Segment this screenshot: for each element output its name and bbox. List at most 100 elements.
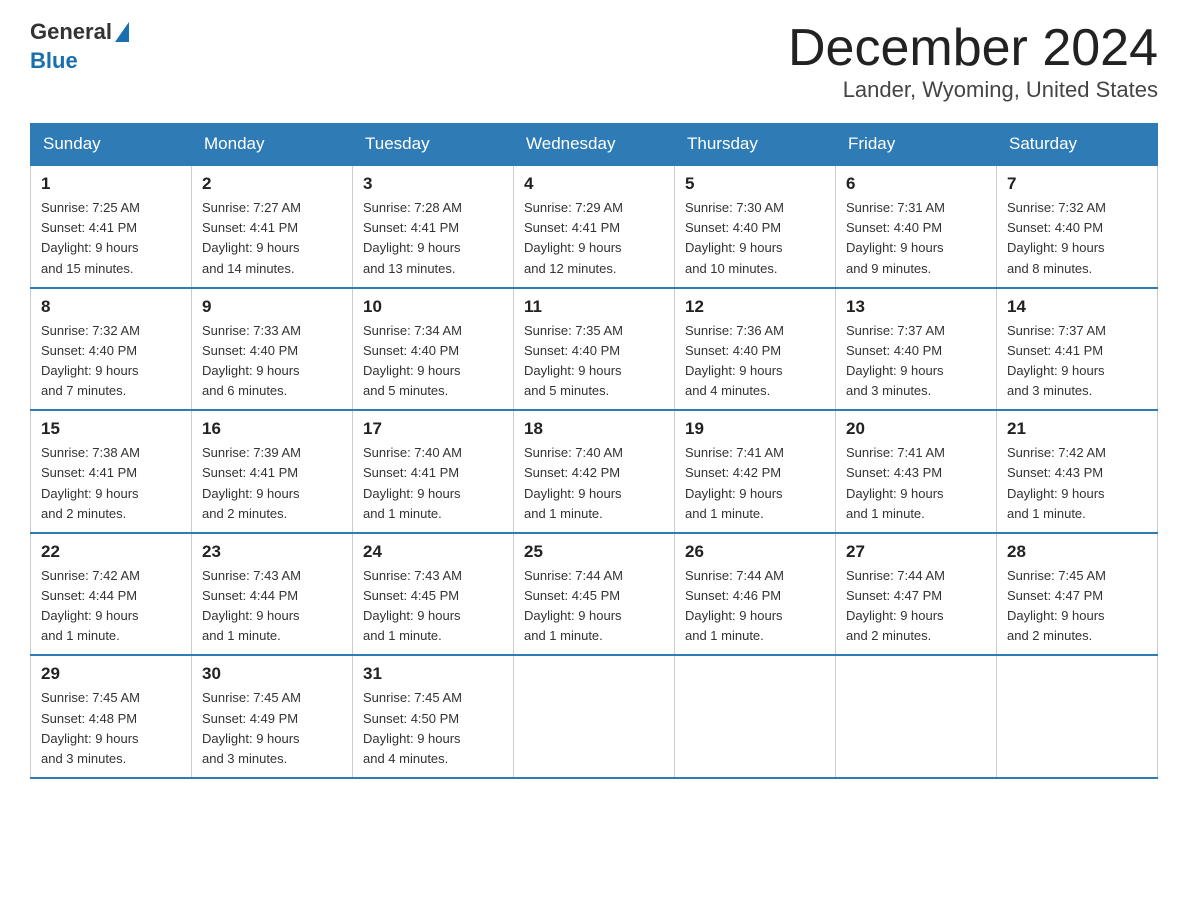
calendar-weekday-wednesday: Wednesday [514,124,675,166]
day-info: Sunrise: 7:32 AMSunset: 4:40 PMDaylight:… [41,323,140,398]
calendar-cell: 30 Sunrise: 7:45 AMSunset: 4:49 PMDaylig… [192,655,353,778]
calendar-cell: 25 Sunrise: 7:44 AMSunset: 4:45 PMDaylig… [514,533,675,656]
day-number: 21 [1007,419,1147,439]
day-info: Sunrise: 7:45 AMSunset: 4:50 PMDaylight:… [363,690,462,765]
day-number: 17 [363,419,503,439]
calendar-weekday-thursday: Thursday [675,124,836,166]
calendar-cell: 2 Sunrise: 7:27 AMSunset: 4:41 PMDayligh… [192,165,353,288]
day-info: Sunrise: 7:42 AMSunset: 4:43 PMDaylight:… [1007,445,1106,520]
day-number: 15 [41,419,181,439]
calendar-week-row: 22 Sunrise: 7:42 AMSunset: 4:44 PMDaylig… [31,533,1158,656]
day-number: 28 [1007,542,1147,562]
calendar-cell [675,655,836,778]
day-info: Sunrise: 7:27 AMSunset: 4:41 PMDaylight:… [202,200,301,275]
calendar-cell: 22 Sunrise: 7:42 AMSunset: 4:44 PMDaylig… [31,533,192,656]
day-number: 13 [846,297,986,317]
day-number: 26 [685,542,825,562]
title-block: December 2024 Lander, Wyoming, United St… [788,20,1158,103]
day-number: 5 [685,174,825,194]
day-info: Sunrise: 7:45 AMSunset: 4:49 PMDaylight:… [202,690,301,765]
calendar-cell: 10 Sunrise: 7:34 AMSunset: 4:40 PMDaylig… [353,288,514,411]
day-info: Sunrise: 7:36 AMSunset: 4:40 PMDaylight:… [685,323,784,398]
calendar-cell: 23 Sunrise: 7:43 AMSunset: 4:44 PMDaylig… [192,533,353,656]
day-info: Sunrise: 7:28 AMSunset: 4:41 PMDaylight:… [363,200,462,275]
calendar-week-row: 1 Sunrise: 7:25 AMSunset: 4:41 PMDayligh… [31,165,1158,288]
day-number: 31 [363,664,503,684]
day-info: Sunrise: 7:30 AMSunset: 4:40 PMDaylight:… [685,200,784,275]
day-number: 27 [846,542,986,562]
day-info: Sunrise: 7:41 AMSunset: 4:42 PMDaylight:… [685,445,784,520]
calendar-week-row: 29 Sunrise: 7:45 AMSunset: 4:48 PMDaylig… [31,655,1158,778]
calendar-week-row: 15 Sunrise: 7:38 AMSunset: 4:41 PMDaylig… [31,410,1158,533]
day-info: Sunrise: 7:40 AMSunset: 4:41 PMDaylight:… [363,445,462,520]
calendar-cell: 11 Sunrise: 7:35 AMSunset: 4:40 PMDaylig… [514,288,675,411]
day-info: Sunrise: 7:43 AMSunset: 4:45 PMDaylight:… [363,568,462,643]
day-number: 18 [524,419,664,439]
day-info: Sunrise: 7:34 AMSunset: 4:40 PMDaylight:… [363,323,462,398]
calendar-table: SundayMondayTuesdayWednesdayThursdayFrid… [30,123,1158,779]
calendar-cell: 17 Sunrise: 7:40 AMSunset: 4:41 PMDaylig… [353,410,514,533]
day-info: Sunrise: 7:29 AMSunset: 4:41 PMDaylight:… [524,200,623,275]
day-info: Sunrise: 7:40 AMSunset: 4:42 PMDaylight:… [524,445,623,520]
day-number: 22 [41,542,181,562]
calendar-cell: 15 Sunrise: 7:38 AMSunset: 4:41 PMDaylig… [31,410,192,533]
day-number: 10 [363,297,503,317]
logo-blue: Blue [30,49,78,73]
calendar-cell [514,655,675,778]
day-info: Sunrise: 7:44 AMSunset: 4:46 PMDaylight:… [685,568,784,643]
logo-triangle-icon [115,22,129,42]
calendar-weekday-friday: Friday [836,124,997,166]
calendar-cell: 31 Sunrise: 7:45 AMSunset: 4:50 PMDaylig… [353,655,514,778]
calendar-cell: 14 Sunrise: 7:37 AMSunset: 4:41 PMDaylig… [997,288,1158,411]
calendar-cell: 5 Sunrise: 7:30 AMSunset: 4:40 PMDayligh… [675,165,836,288]
day-number: 24 [363,542,503,562]
day-number: 19 [685,419,825,439]
day-number: 20 [846,419,986,439]
calendar-cell: 24 Sunrise: 7:43 AMSunset: 4:45 PMDaylig… [353,533,514,656]
calendar-cell: 8 Sunrise: 7:32 AMSunset: 4:40 PMDayligh… [31,288,192,411]
logo-general: General [30,20,112,44]
calendar-cell: 13 Sunrise: 7:37 AMSunset: 4:40 PMDaylig… [836,288,997,411]
page-header: General Blue December 2024 Lander, Wyomi… [30,20,1158,103]
calendar-cell: 6 Sunrise: 7:31 AMSunset: 4:40 PMDayligh… [836,165,997,288]
day-number: 6 [846,174,986,194]
calendar-cell: 16 Sunrise: 7:39 AMSunset: 4:41 PMDaylig… [192,410,353,533]
day-number: 7 [1007,174,1147,194]
day-info: Sunrise: 7:35 AMSunset: 4:40 PMDaylight:… [524,323,623,398]
day-info: Sunrise: 7:32 AMSunset: 4:40 PMDaylight:… [1007,200,1106,275]
calendar-cell: 29 Sunrise: 7:45 AMSunset: 4:48 PMDaylig… [31,655,192,778]
calendar-cell: 19 Sunrise: 7:41 AMSunset: 4:42 PMDaylig… [675,410,836,533]
calendar-cell: 26 Sunrise: 7:44 AMSunset: 4:46 PMDaylig… [675,533,836,656]
day-info: Sunrise: 7:41 AMSunset: 4:43 PMDaylight:… [846,445,945,520]
calendar-cell: 21 Sunrise: 7:42 AMSunset: 4:43 PMDaylig… [997,410,1158,533]
calendar-weekday-monday: Monday [192,124,353,166]
location-title: Lander, Wyoming, United States [788,77,1158,103]
calendar-cell: 28 Sunrise: 7:45 AMSunset: 4:47 PMDaylig… [997,533,1158,656]
day-number: 11 [524,297,664,317]
month-title: December 2024 [788,20,1158,77]
day-number: 2 [202,174,342,194]
day-number: 14 [1007,297,1147,317]
day-info: Sunrise: 7:45 AMSunset: 4:48 PMDaylight:… [41,690,140,765]
day-info: Sunrise: 7:33 AMSunset: 4:40 PMDaylight:… [202,323,301,398]
day-info: Sunrise: 7:25 AMSunset: 4:41 PMDaylight:… [41,200,140,275]
calendar-cell: 3 Sunrise: 7:28 AMSunset: 4:41 PMDayligh… [353,165,514,288]
day-info: Sunrise: 7:39 AMSunset: 4:41 PMDaylight:… [202,445,301,520]
calendar-cell: 7 Sunrise: 7:32 AMSunset: 4:40 PMDayligh… [997,165,1158,288]
day-number: 12 [685,297,825,317]
calendar-cell: 27 Sunrise: 7:44 AMSunset: 4:47 PMDaylig… [836,533,997,656]
calendar-weekday-sunday: Sunday [31,124,192,166]
logo: General Blue [30,20,129,73]
day-number: 9 [202,297,342,317]
day-info: Sunrise: 7:44 AMSunset: 4:47 PMDaylight:… [846,568,945,643]
calendar-week-row: 8 Sunrise: 7:32 AMSunset: 4:40 PMDayligh… [31,288,1158,411]
day-info: Sunrise: 7:37 AMSunset: 4:40 PMDaylight:… [846,323,945,398]
calendar-cell [836,655,997,778]
day-number: 30 [202,664,342,684]
calendar-weekday-saturday: Saturday [997,124,1158,166]
calendar-cell: 1 Sunrise: 7:25 AMSunset: 4:41 PMDayligh… [31,165,192,288]
calendar-cell: 4 Sunrise: 7:29 AMSunset: 4:41 PMDayligh… [514,165,675,288]
day-info: Sunrise: 7:38 AMSunset: 4:41 PMDaylight:… [41,445,140,520]
day-info: Sunrise: 7:45 AMSunset: 4:47 PMDaylight:… [1007,568,1106,643]
calendar-cell [997,655,1158,778]
